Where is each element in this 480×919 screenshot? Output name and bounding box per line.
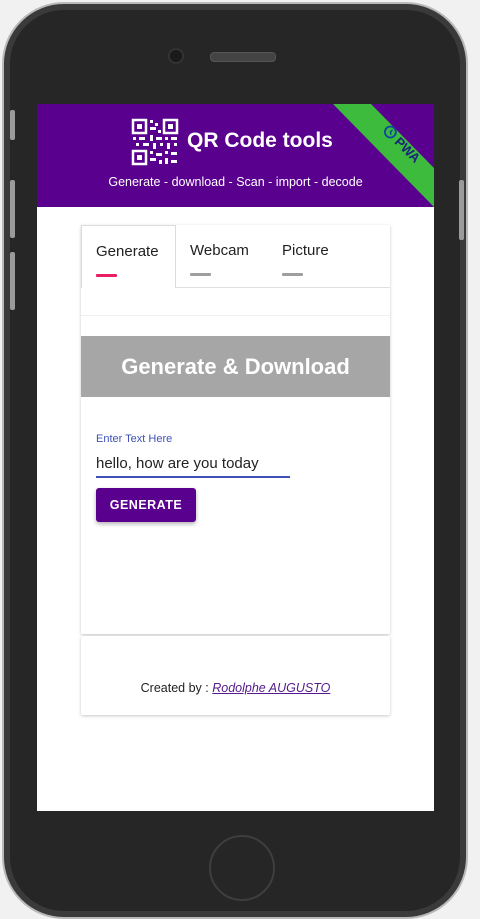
- section-heading: Generate & Download: [81, 336, 390, 397]
- tab-picture[interactable]: Picture: [268, 225, 358, 287]
- front-camera: [170, 50, 182, 62]
- text-input-label: Enter Text Here: [96, 433, 173, 445]
- power-button: [459, 180, 464, 240]
- divider: [81, 315, 390, 316]
- tab-label: Webcam: [190, 242, 249, 259]
- tab-label: Generate: [96, 243, 159, 260]
- qr-code-icon: [131, 118, 179, 166]
- home-button[interactable]: [209, 835, 275, 901]
- app-header: QR Code tools Generate - download - Scan…: [37, 104, 434, 207]
- app-screen: QR Code tools Generate - download - Scan…: [37, 104, 434, 811]
- tab-active-indicator: [96, 274, 117, 277]
- tab-label: Picture: [282, 242, 329, 259]
- generate-button[interactable]: GENERATE: [96, 488, 196, 522]
- credits-prefix: Created by :: [140, 681, 213, 695]
- tab-indicator: [282, 273, 303, 276]
- mute-switch: [10, 110, 15, 140]
- text-input[interactable]: [96, 450, 290, 478]
- author-link[interactable]: Rodolphe AUGUSTO: [212, 681, 330, 695]
- app-title: QR Code tools: [187, 129, 333, 152]
- footer-card: Created by : Rodolphe AUGUSTO: [81, 636, 390, 715]
- earpiece-speaker: [210, 52, 276, 62]
- tab-indicator: [190, 273, 211, 276]
- volume-up-button: [10, 180, 15, 238]
- generate-card: Generate Webcam Picture Generate & Downl…: [81, 225, 390, 634]
- tab-bar: Generate Webcam Picture: [81, 225, 390, 288]
- tab-generate[interactable]: Generate: [81, 225, 176, 288]
- credits: Created by : Rodolphe AUGUSTO: [81, 681, 390, 695]
- tab-webcam[interactable]: Webcam: [176, 225, 266, 287]
- volume-down-button: [10, 252, 15, 310]
- pwa-badge: PWA: [333, 104, 434, 207]
